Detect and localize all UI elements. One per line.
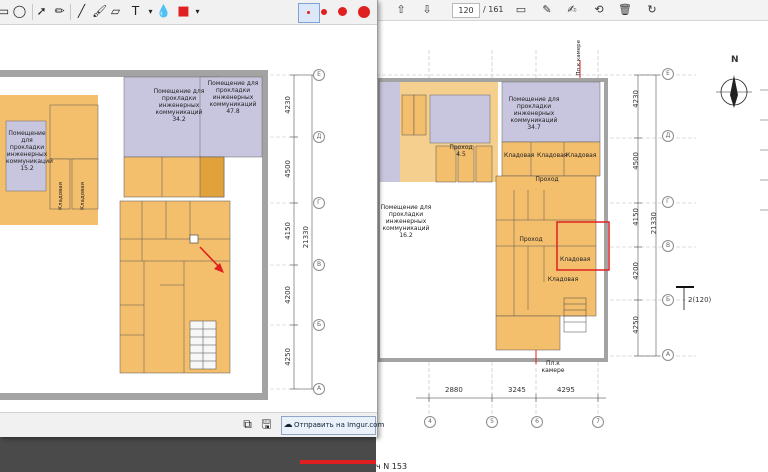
drawing-capture: [0, 70, 316, 400]
dim-4295: 4295: [557, 386, 575, 394]
drawing-right: [376, 50, 768, 420]
cap-dim-4200: 4200: [284, 286, 292, 304]
cap-dim-4230: 4230: [284, 96, 292, 114]
axis-6-bottom: 6: [531, 416, 543, 428]
page-up-icon[interactable]: ⇧: [394, 3, 408, 17]
cap-room-engineering-2: Помещение для прокладки инженерных комму…: [207, 80, 259, 115]
text-tool-icon[interactable]: T: [128, 4, 143, 19]
axis-D-right: Д: [662, 130, 674, 142]
axis-E-right: Е: [662, 68, 674, 80]
rectangle-tool-icon[interactable]: ▭: [0, 4, 11, 19]
toolbar-separator: [32, 4, 33, 20]
cap-axis-D: Д: [313, 131, 325, 143]
axis-A-right: А: [662, 349, 674, 361]
color-swatch-icon[interactable]: ■: [176, 4, 191, 19]
cap-room-engineering-3: Помещение для прокладки инженерных комму…: [6, 130, 53, 172]
axis-7-bottom: 7: [592, 416, 604, 428]
page-total: / 161: [483, 5, 504, 14]
refresh-icon[interactable]: ↻: [645, 3, 659, 17]
dim-4250-right: 4250: [632, 316, 640, 334]
pencil-tool-icon[interactable]: ✏: [52, 4, 67, 19]
save-icon[interactable]: 🖫: [259, 417, 274, 432]
background-window-strip: [0, 436, 376, 472]
axis-G-right: Г: [662, 196, 674, 208]
dim-4200-right: 4200: [632, 262, 640, 280]
dim-21330-right: 21330: [650, 212, 658, 235]
brush-size-small-icon: [307, 11, 310, 14]
arrow-tool-icon[interactable]: ➚: [34, 4, 49, 19]
room-label-storage-r2: Кладовая: [537, 152, 568, 159]
trash-icon[interactable]: 🗑: [618, 3, 632, 17]
cap-dim-4250: 4250: [284, 348, 292, 366]
brush-size-xlarge-icon[interactable]: [358, 6, 370, 18]
highlighter-tool-icon[interactable]: ▱: [108, 4, 123, 19]
copy-icon[interactable]: ⧉: [240, 417, 255, 432]
cap-axis-E: Е: [313, 69, 325, 81]
cap-storage-1: Кладовая: [58, 182, 64, 210]
toolbar-separator: [70, 4, 71, 20]
cap-dim-4500: 4500: [284, 160, 292, 178]
color-dropdown-icon[interactable]: ▾: [190, 4, 205, 19]
cap-dim-4150: 4150: [284, 222, 292, 240]
cap-axis-B: Б: [313, 319, 325, 331]
cap-axis-G: Г: [313, 197, 325, 209]
section-mark-label: 2(120): [688, 296, 712, 304]
blur-drop-icon[interactable]: 💧: [156, 4, 171, 19]
room-label-passage-right: Проход 4.5: [449, 144, 473, 158]
cap-axis-A: А: [313, 383, 325, 395]
sign-icon[interactable]: ✍: [565, 3, 579, 17]
axis-V-right: В: [662, 240, 674, 252]
chamber-note-bottom: Пл.к камере: [541, 360, 565, 374]
capture-bottom-bar: ⧉ 🖫 ☁ Отправить на Imgur.com: [0, 412, 384, 437]
red-bar: [300, 460, 376, 464]
line-tool-icon[interactable]: ╱: [74, 4, 89, 19]
room-label-engineering-right: Помещение для прокладки инженерных комму…: [508, 96, 560, 131]
room-label-storage-r1: Кладовая: [504, 152, 535, 159]
upload-imgur-label: Отправить на Imgur.com: [294, 421, 385, 429]
doc-number-partial: ч N 153: [376, 462, 408, 471]
page-number-input[interactable]: 120: [452, 3, 480, 18]
cap-storage-2: Кладовая: [80, 182, 86, 210]
brush-tool-icon[interactable]: 🖌: [92, 4, 107, 19]
axis-4-bottom: 4: [424, 416, 436, 428]
north-label: N: [731, 55, 739, 65]
dim-3245: 3245: [508, 386, 526, 394]
room-label-engineering-center: Помещение для прокладки инженерных комму…: [380, 204, 432, 239]
dim-4230-right: 4230: [632, 90, 640, 108]
cloud-upload-icon: ☁: [283, 420, 293, 430]
axis-B-right: Б: [662, 294, 674, 306]
pen-icon[interactable]: ✎: [540, 3, 554, 17]
room-label-storage-r3: Кладовая: [566, 152, 597, 159]
dim-4150-right: 4150: [632, 208, 640, 226]
cap-dim-21330: 21330: [302, 226, 310, 249]
upload-imgur-button[interactable]: ☁ Отправить на Imgur.com: [281, 416, 384, 435]
cap-room-engineering-1: Помещение для прокладки инженерных комму…: [153, 88, 205, 123]
room-label-storage-highlight: Кладовая: [560, 256, 591, 263]
chamber-note-top: Пл.к камере: [576, 40, 582, 76]
room-label-passage-right-3: Проход: [519, 236, 543, 243]
cap-axis-V: В: [313, 259, 325, 271]
brush-size-large-icon[interactable]: [338, 7, 347, 16]
brush-size-medium-icon[interactable]: [321, 9, 327, 15]
room-label-passage-right-2: Проход: [535, 176, 559, 183]
axis-5-bottom: 5: [486, 416, 498, 428]
dim-2880: 2880: [445, 386, 463, 394]
room-label-storage-r4: Кладовая: [547, 276, 579, 283]
page-down-icon[interactable]: ⇩: [420, 3, 434, 17]
dim-4500-right: 4500: [632, 152, 640, 170]
comment-icon[interactable]: ▭: [514, 3, 528, 17]
rotate-icon[interactable]: ⟲: [592, 3, 606, 17]
ellipse-tool-icon[interactable]: ◯: [12, 4, 27, 19]
